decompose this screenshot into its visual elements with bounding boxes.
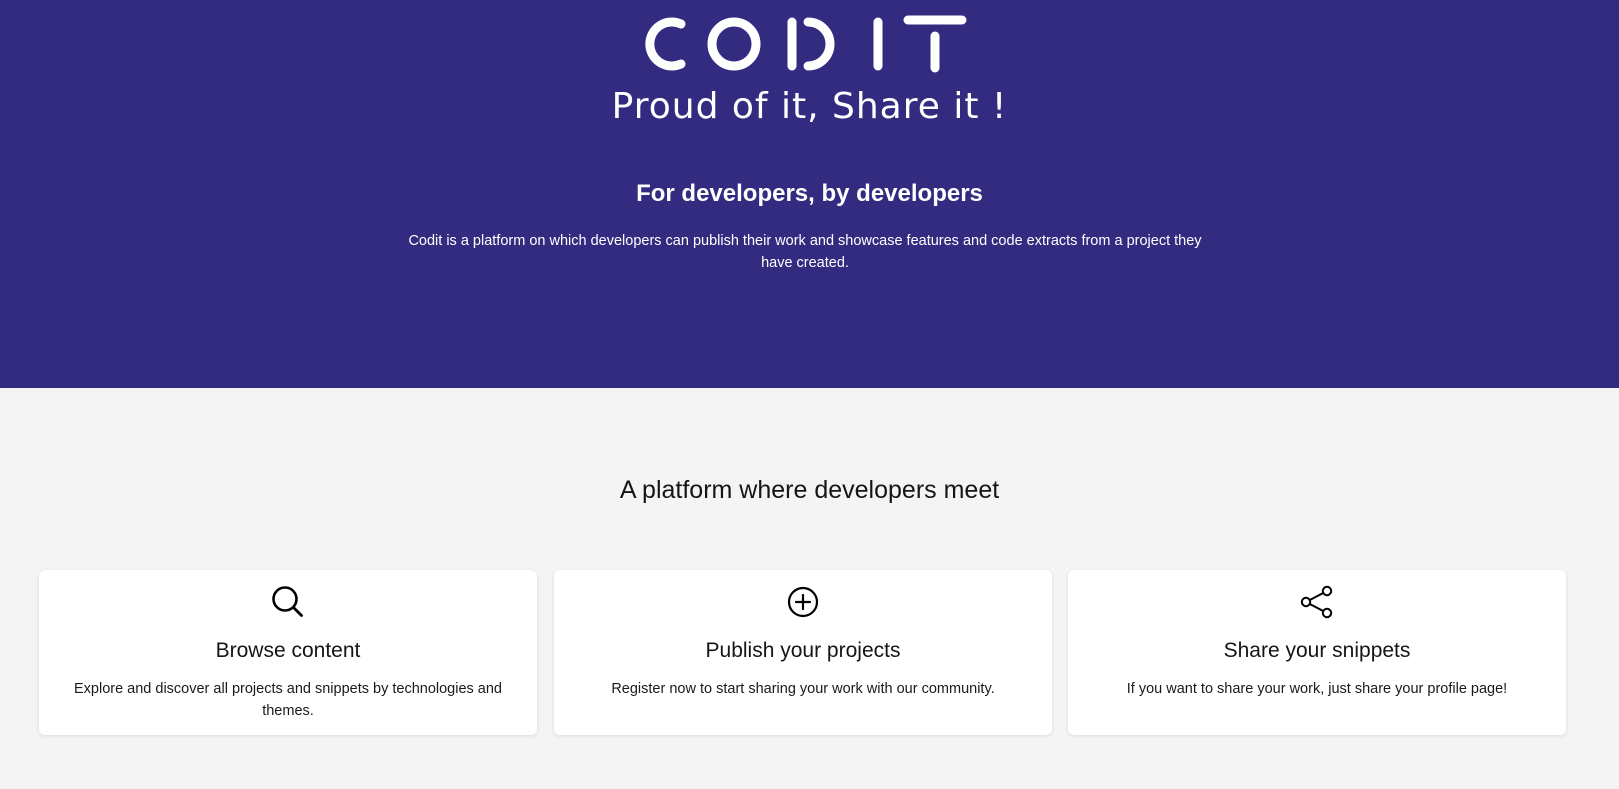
feature-card-share[interactable]: Share your snippets If you want to share…: [1068, 570, 1566, 735]
codit-logo: [645, 15, 967, 73]
card-title: Share your snippets: [1223, 639, 1411, 662]
hero-heading: For developers, by developers: [636, 180, 983, 207]
card-title: Publish your projects: [705, 639, 901, 662]
plus-circle-icon: [787, 586, 819, 618]
card-text: Explore and discover all projects and sn…: [73, 681, 502, 719]
card-text: If you want to share your work, just sha…: [1126, 681, 1508, 697]
hero-section: Proud of it, Share it ! For developers, …: [0, 0, 1619, 388]
features-title: A platform where developers meet: [619, 476, 1000, 504]
feature-card-publish[interactable]: Publish your projects Register now to st…: [554, 570, 1052, 735]
share-icon: [1300, 585, 1333, 619]
hero-description: Codit is a platform on which developers …: [408, 233, 1202, 271]
card-title: Browse content: [215, 639, 361, 662]
card-text: Register now to start sharing your work …: [611, 681, 995, 697]
feature-card-browse[interactable]: Browse content Explore and discover all …: [39, 570, 537, 735]
hero-tagline: Proud of it, Share it !: [611, 86, 1008, 127]
search-icon: [272, 586, 303, 617]
